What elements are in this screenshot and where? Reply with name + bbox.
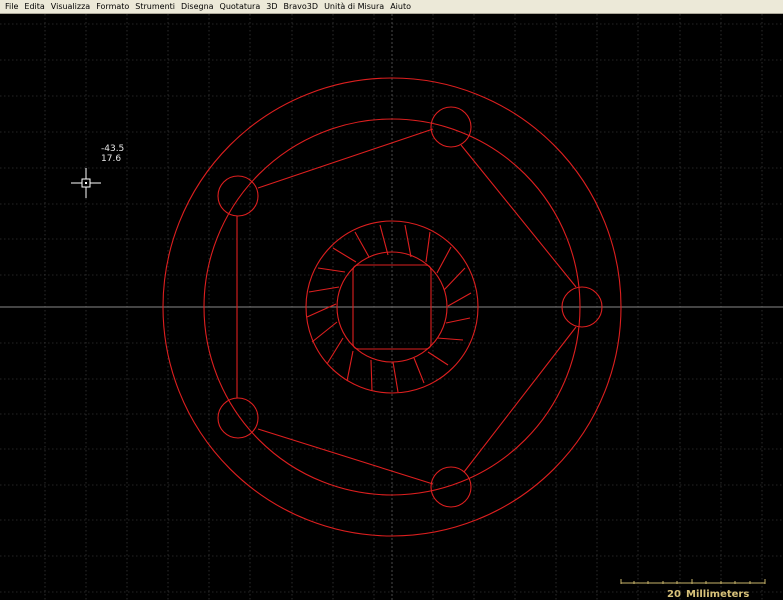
cursor-y-readout: 17.6 xyxy=(101,154,121,164)
menu-edit[interactable]: Edita xyxy=(21,0,47,13)
menu-bar: File Edita Visualizza Formato Strumenti … xyxy=(0,0,783,14)
drawing-canvas[interactable]: -43.5 17.6 20 Millimeters xyxy=(0,14,783,600)
menu-tools[interactable]: Strumenti xyxy=(132,0,178,13)
scale-bar-unit: Millimeters xyxy=(686,589,749,600)
menu-format[interactable]: Formato xyxy=(93,0,132,13)
menu-3d[interactable]: 3D xyxy=(263,0,280,13)
menu-view[interactable]: Visualizza xyxy=(48,0,93,13)
menu-bravo3d[interactable]: Bravo3D xyxy=(281,0,322,13)
menu-help[interactable]: Aiuto xyxy=(387,0,414,13)
menu-file[interactable]: File xyxy=(2,0,21,13)
scale-bar-value: 20 xyxy=(667,589,681,600)
menu-units[interactable]: Unità di Misura xyxy=(321,0,387,13)
cursor-x-readout: -43.5 xyxy=(101,144,124,154)
menu-dimensioning[interactable]: Quotatura xyxy=(217,0,264,13)
menu-draw[interactable]: Disegna xyxy=(178,0,217,13)
